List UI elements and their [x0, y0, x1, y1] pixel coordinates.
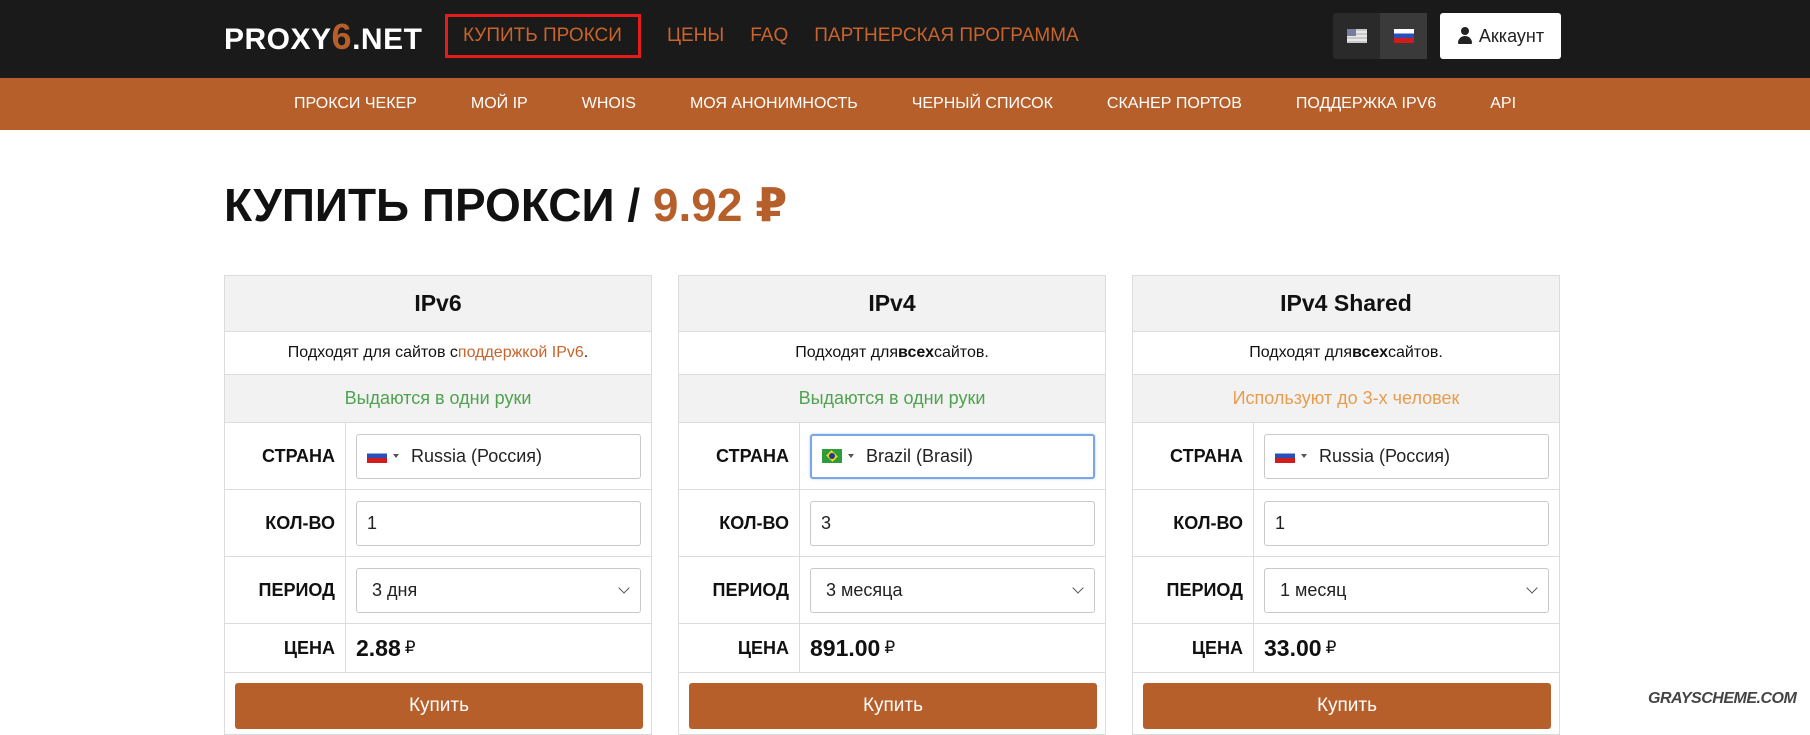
country-select[interactable]: Russia (Россия): [356, 433, 641, 479]
chevron-down-icon: [618, 582, 630, 594]
chevron-down-icon: [1072, 582, 1084, 594]
watermark: GRAYSCHEME.COM: [1648, 690, 1797, 707]
country-select[interactable]: Russia (Россия): [1264, 433, 1549, 479]
chevron-down-icon: [1526, 582, 1538, 594]
flag-picker[interactable]: [357, 435, 407, 478]
ipv6-support-link[interactable]: поддержкой IPv6: [458, 344, 584, 362]
ru-flag-icon: [1275, 449, 1295, 463]
price-value: 2.88: [356, 634, 401, 661]
nav-prices[interactable]: ЦЕНЫ: [667, 14, 724, 58]
us-flag-icon: [1346, 29, 1367, 43]
price-label: ЦЕНА: [1133, 624, 1254, 672]
top-nav: КУПИТЬ ПРОКСИ ЦЕНЫ FAQ ПАРТНЕРСКАЯ ПРОГР…: [445, 14, 1105, 58]
tools-nav: ПРОКСИ ЧЕКЕР МОЙ IP WHOIS МОЯ АНОНИМНОСТ…: [0, 78, 1810, 130]
plan-description: Подходят для всех сайтов.: [1133, 332, 1559, 375]
period-label: ПЕРИОД: [1133, 557, 1254, 623]
ru-flag-icon: [1393, 29, 1414, 43]
plan-badge: Используют до 3-х человек: [1133, 375, 1559, 423]
ru-flag-icon: [367, 449, 387, 463]
subnav-anonymity[interactable]: МОЯ АНОНИМНОСТЬ: [690, 78, 858, 130]
account-button[interactable]: Аккаунт: [1440, 13, 1561, 59]
plan-description: Подходят для сайтов с поддержкой IPv6.: [225, 332, 651, 375]
plan-badge: Выдаются в одни руки: [225, 375, 651, 423]
subnav-ipv6-support[interactable]: ПОДДЕРЖКА IPV6: [1296, 78, 1436, 130]
nav-partner-program[interactable]: ПАРТНЕРСКАЯ ПРОГРАММА: [814, 14, 1078, 58]
nav-buy-proxy[interactable]: КУПИТЬ ПРОКСИ: [445, 14, 641, 58]
qty-label: КОЛ-ВО: [225, 490, 346, 556]
subnav-my-ip[interactable]: МОЙ IP: [471, 78, 528, 130]
site-logo[interactable]: PROXY6.NET: [224, 16, 422, 58]
plan-card-ipv4-shared: IPv4 Shared Подходят для всех сайтов. Ис…: [1132, 275, 1560, 735]
country-select[interactable]: Brazil (Brasil): [810, 433, 1095, 479]
top-bar: PROXY6.NET КУПИТЬ ПРОКСИ ЦЕНЫ FAQ ПАРТНЕ…: [0, 0, 1810, 78]
buy-button[interactable]: Купить: [1143, 683, 1551, 729]
nav-faq[interactable]: FAQ: [750, 14, 788, 58]
country-label: СТРАНА: [679, 423, 800, 489]
buy-button[interactable]: Купить: [235, 683, 643, 729]
qty-label: КОЛ-ВО: [1133, 490, 1254, 556]
subnav-blacklist[interactable]: ЧЕРНЫЙ СПИСОК: [912, 78, 1053, 130]
country-label: СТРАНА: [1133, 423, 1254, 489]
currency-symbol: ₽: [1325, 638, 1337, 657]
subnav-port-scanner[interactable]: СКАНЕР ПОРТОВ: [1107, 78, 1242, 130]
price-label: ЦЕНА: [679, 624, 800, 672]
flag-picker[interactable]: [1265, 435, 1315, 478]
plan-card-ipv4: IPv4 Подходят для всех сайтов. Выдаются …: [678, 275, 1106, 735]
plan-title: IPv4 Shared: [1133, 276, 1559, 332]
caret-down-icon: [393, 454, 399, 458]
br-flag-icon: [822, 449, 842, 463]
period-select[interactable]: 3 дня: [356, 567, 641, 613]
page-title: КУПИТЬ ПРОКСИ / 9.92 ₽: [224, 179, 788, 231]
plan-title: IPv6: [225, 276, 651, 332]
currency-symbol: ₽: [404, 638, 416, 657]
lang-english[interactable]: [1333, 13, 1380, 59]
min-price: 9.92 ₽: [652, 179, 788, 231]
period-select[interactable]: 1 месяц: [1264, 567, 1549, 613]
buy-button[interactable]: Купить: [689, 683, 1097, 729]
plan-description: Подходят для всех сайтов.: [679, 332, 1105, 375]
lang-russian[interactable]: [1380, 13, 1427, 59]
price-value: 891.00: [810, 634, 881, 661]
qty-label: КОЛ-ВО: [679, 490, 800, 556]
qty-input[interactable]: 1: [356, 500, 641, 546]
qty-input[interactable]: 3: [810, 500, 1095, 546]
currency-symbol: ₽: [884, 638, 896, 657]
subnav-proxy-checker[interactable]: ПРОКСИ ЧЕКЕР: [294, 78, 417, 130]
flag-picker[interactable]: [812, 436, 862, 477]
period-label: ПЕРИОД: [225, 557, 346, 623]
subnav-api[interactable]: API: [1490, 78, 1516, 130]
caret-down-icon: [1301, 454, 1307, 458]
subnav-whois[interactable]: WHOIS: [582, 78, 636, 130]
language-switcher: [1333, 13, 1427, 59]
caret-down-icon: [848, 454, 854, 458]
plan-card-ipv6: IPv6 Подходят для сайтов с поддержкой IP…: [224, 275, 652, 735]
price-value: 33.00: [1264, 634, 1322, 661]
country-label: СТРАНА: [225, 423, 346, 489]
price-label: ЦЕНА: [225, 624, 346, 672]
qty-input[interactable]: 1: [1264, 500, 1549, 546]
user-icon: [1457, 27, 1473, 45]
period-select[interactable]: 3 месяца: [810, 567, 1095, 613]
period-label: ПЕРИОД: [679, 557, 800, 623]
plan-title: IPv4: [679, 276, 1105, 332]
plan-badge: Выдаются в одни руки: [679, 375, 1105, 423]
